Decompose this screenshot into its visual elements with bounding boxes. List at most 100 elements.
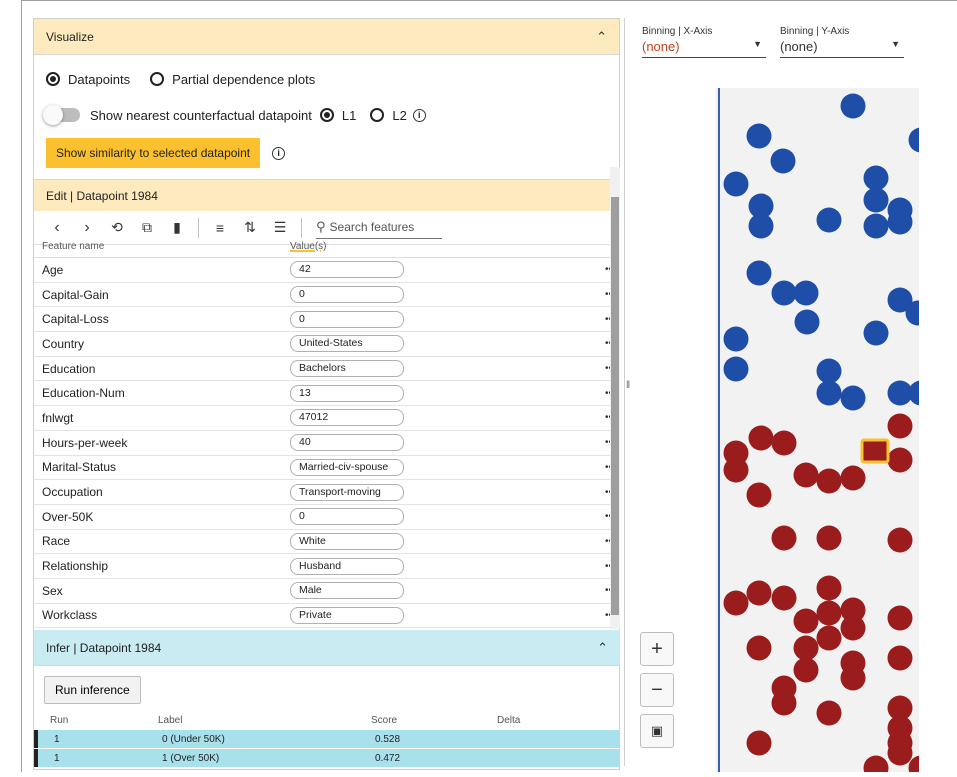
radio-unselected-icon[interactable] xyxy=(370,108,385,122)
datapoint-scatter-plot[interactable] xyxy=(716,88,934,777)
feature-value-input[interactable]: 0 xyxy=(290,286,404,304)
datapoint-red[interactable] xyxy=(887,447,913,473)
datapoint-blue[interactable] xyxy=(816,380,842,406)
datapoint-red[interactable] xyxy=(840,665,866,691)
dropdown-arrow-icon[interactable]: ▼ xyxy=(891,39,900,54)
datapoint-blue[interactable] xyxy=(908,380,934,406)
scatter-canvas[interactable] xyxy=(716,88,934,777)
radio-selected-icon[interactable] xyxy=(319,108,334,122)
infer-header[interactable]: Infer | Datapoint 1984 ⌃ xyxy=(34,630,620,666)
show-similarity-button[interactable]: Show similarity to selected datapoint xyxy=(46,138,261,168)
datapoint-blue[interactable] xyxy=(723,171,749,197)
forward-arrow-icon[interactable]: › xyxy=(72,219,102,237)
info-icon[interactable]: i xyxy=(412,108,426,122)
feature-value-input[interactable]: Husband xyxy=(290,557,404,575)
datapoint-red[interactable] xyxy=(887,645,913,671)
datapoint-red[interactable] xyxy=(793,635,819,661)
datapoint-red[interactable] xyxy=(723,457,749,483)
sort-order-icon[interactable]: ⇅ xyxy=(235,219,265,236)
run-inference-button[interactable]: Run inference xyxy=(44,676,141,704)
datapoint-red[interactable] xyxy=(746,580,772,606)
datapoint-blue[interactable] xyxy=(816,207,842,233)
datapoint-blue[interactable] xyxy=(863,165,889,191)
y-axis-binning-select[interactable]: Binning | Y-Axis (none) ▼ xyxy=(780,26,904,58)
datapoint-red[interactable] xyxy=(887,413,913,439)
zoom-in-button[interactable]: + xyxy=(640,632,674,666)
info-icon[interactable]: i xyxy=(272,146,286,160)
panel-divider[interactable] xyxy=(624,18,625,766)
datapoint-blue[interactable] xyxy=(863,187,889,213)
datapoint-red[interactable] xyxy=(816,575,842,601)
datapoint-red[interactable] xyxy=(887,605,913,631)
l1-option[interactable]: L1 xyxy=(319,108,356,123)
nearest-counterfactual-toggle[interactable] xyxy=(43,105,80,125)
feature-value-input[interactable]: 0 xyxy=(290,310,404,328)
datapoint-blue[interactable] xyxy=(908,127,934,153)
datapoint-blue[interactable] xyxy=(771,280,797,306)
datapoint-red[interactable] xyxy=(746,730,772,756)
feature-value-input[interactable]: United-States xyxy=(290,335,404,353)
datapoint-red[interactable] xyxy=(746,482,772,508)
feature-value-input[interactable]: White xyxy=(290,532,404,550)
feature-value-input[interactable]: 42 xyxy=(290,261,404,279)
mode-pdp-option[interactable]: Partial dependence plots xyxy=(150,72,315,87)
datapoint-red[interactable] xyxy=(840,615,866,641)
datapoint-red[interactable] xyxy=(771,690,797,716)
datapoint-red[interactable] xyxy=(816,600,842,626)
feature-value-input[interactable]: 13 xyxy=(290,384,404,402)
delete-icon[interactable]: ▮ xyxy=(162,219,192,236)
l2-option[interactable]: L2 xyxy=(370,108,407,123)
back-arrow-icon[interactable]: ‹ xyxy=(42,219,72,237)
datapoint-red[interactable] xyxy=(793,462,819,488)
resize-handle-icon[interactable]: ‖ xyxy=(626,380,630,391)
datapoint-blue[interactable] xyxy=(863,213,889,239)
visualize-header[interactable]: Visualize ⌃ xyxy=(34,19,619,55)
datapoint-blue[interactable] xyxy=(863,320,889,346)
dropdown-arrow-icon[interactable]: ▼ xyxy=(753,39,762,54)
datapoint-red[interactable] xyxy=(771,585,797,611)
datapoint-red[interactable] xyxy=(771,430,797,456)
chevron-up-icon[interactable]: ⌃ xyxy=(596,29,607,45)
datapoint-red[interactable] xyxy=(816,700,842,726)
datapoint-blue[interactable] xyxy=(746,260,772,286)
history-icon[interactable]: ⟲ xyxy=(102,219,132,236)
datapoint-red[interactable] xyxy=(816,625,842,651)
sort-icon[interactable]: ≡ xyxy=(205,220,235,236)
mode-datapoints-option[interactable]: Datapoints xyxy=(46,72,130,87)
list-view-icon[interactable]: ☰ xyxy=(265,219,295,236)
scrollbar-thumb[interactable] xyxy=(611,197,619,615)
feature-value-input[interactable]: 40 xyxy=(290,434,404,452)
datapoint-blue[interactable] xyxy=(746,123,772,149)
value-header[interactable]: Value(s) xyxy=(290,241,327,252)
feature-value-input[interactable]: Private xyxy=(290,606,404,624)
radio-selected-icon[interactable] xyxy=(46,72,60,86)
datapoint-blue[interactable] xyxy=(770,148,796,174)
x-axis-binning-select[interactable]: Binning | X-Axis (none) ▼ xyxy=(642,26,766,58)
datapoint-blue[interactable] xyxy=(840,385,866,411)
datapoint-red[interactable] xyxy=(887,527,913,553)
datapoint-red[interactable] xyxy=(863,755,889,777)
datapoint-blue[interactable] xyxy=(816,358,842,384)
datapoint-blue[interactable] xyxy=(887,209,913,235)
zoom-out-button[interactable]: − xyxy=(640,673,674,707)
datapoint-blue[interactable] xyxy=(794,309,820,335)
feature-value-input[interactable]: 0 xyxy=(290,508,404,526)
feature-value-input[interactable]: 47012 xyxy=(290,409,404,427)
datapoint-red[interactable] xyxy=(840,465,866,491)
datapoint-red[interactable] xyxy=(746,635,772,661)
chevron-up-icon[interactable]: ⌃ xyxy=(597,640,608,656)
datapoint-blue[interactable] xyxy=(723,326,749,352)
radio-unselected-icon[interactable] xyxy=(150,72,165,86)
datapoint-red[interactable] xyxy=(816,468,842,494)
feature-value-input[interactable]: Transport-moving xyxy=(290,483,404,501)
datapoint-red[interactable] xyxy=(793,608,819,634)
datapoint-blue[interactable] xyxy=(748,213,774,239)
fit-view-button[interactable]: ▣ xyxy=(640,714,674,748)
datapoint-red[interactable] xyxy=(723,590,749,616)
datapoint-red[interactable] xyxy=(816,525,842,551)
datapoint-blue[interactable] xyxy=(840,93,866,119)
datapoint-red[interactable] xyxy=(748,425,774,451)
copy-icon[interactable]: ⧉ xyxy=(132,219,162,236)
datapoint-red[interactable] xyxy=(793,657,819,683)
selected-datapoint[interactable] xyxy=(860,438,890,464)
